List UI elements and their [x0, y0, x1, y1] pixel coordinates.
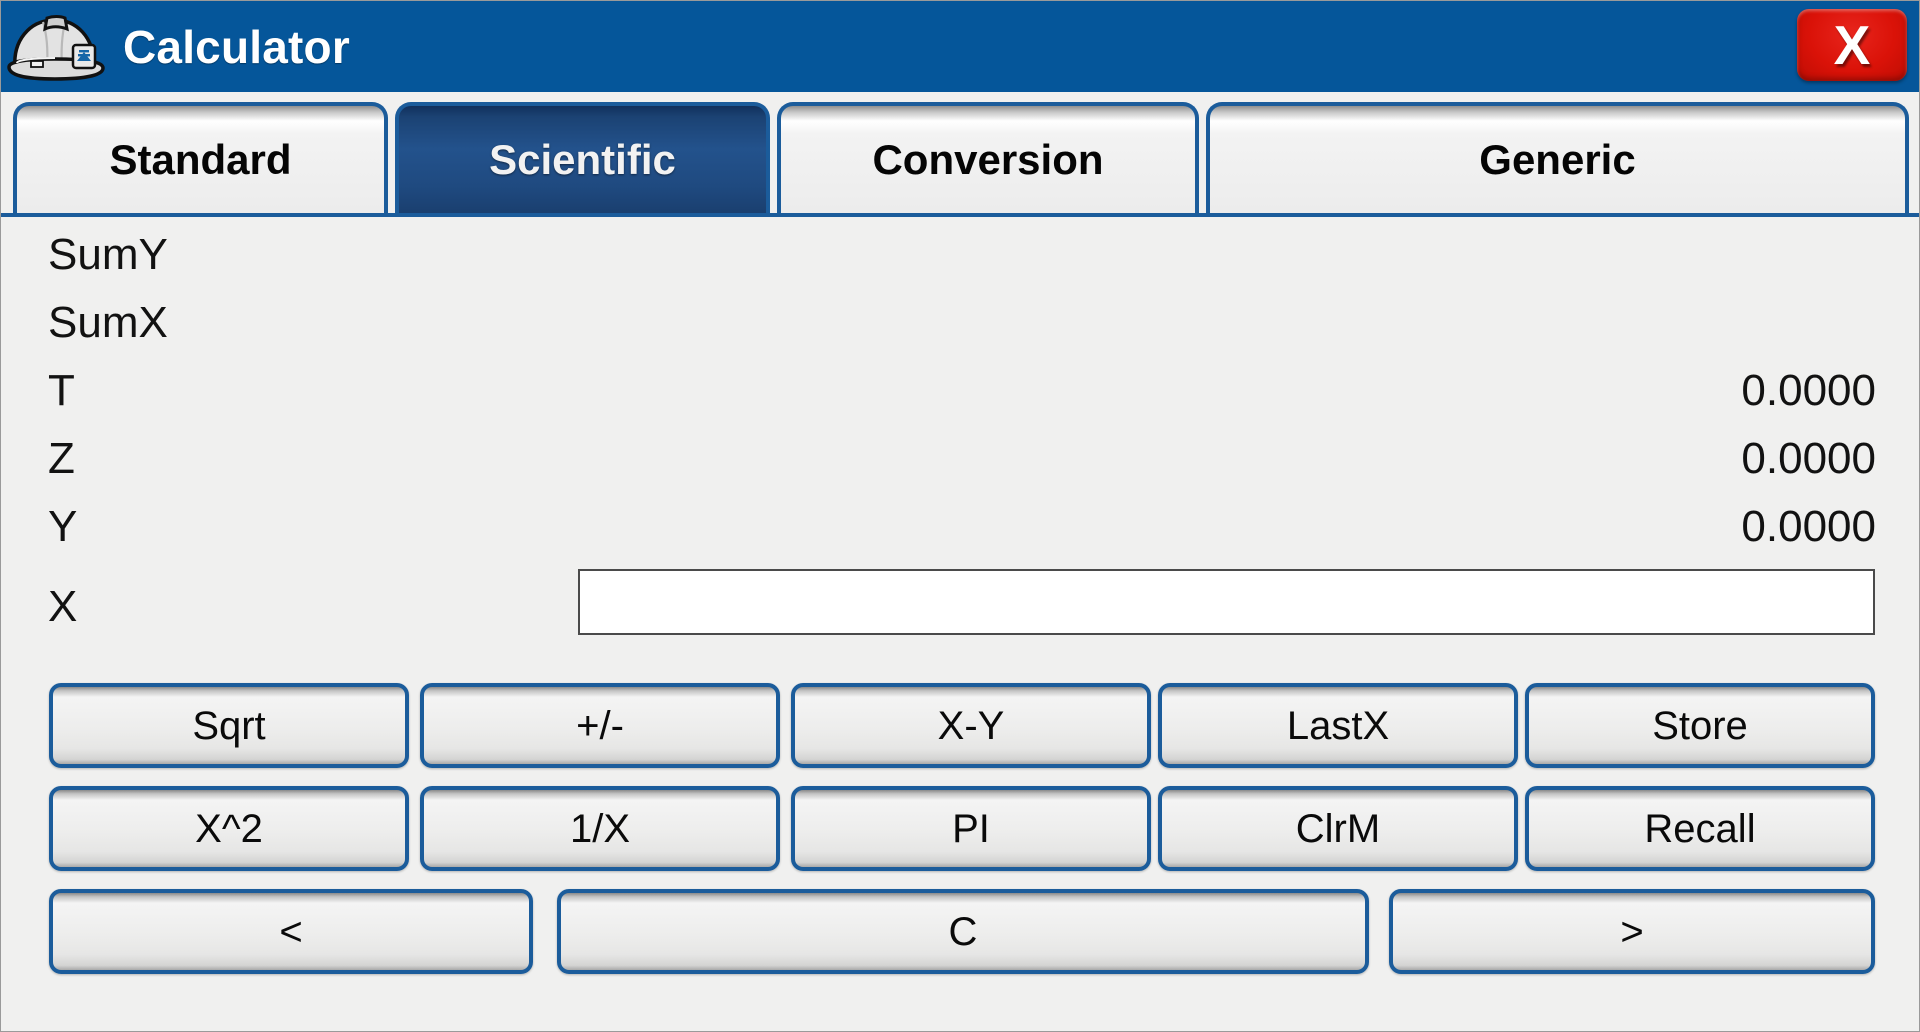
- sign-toggle-button[interactable]: +/-: [420, 683, 780, 768]
- register-stack: SumY SumX T 0.0000 Z 0.0000 Y 0.0000 X: [1, 221, 1919, 653]
- register-row-sumy: SumY: [1, 221, 1919, 289]
- prev-button[interactable]: <: [49, 889, 533, 974]
- x-input[interactable]: [578, 569, 1875, 635]
- sqrt-button-label: Sqrt: [192, 703, 266, 748]
- square-button-label: X^2: [195, 806, 263, 851]
- reciprocal-button[interactable]: 1/X: [420, 786, 780, 871]
- tab-scientific[interactable]: Scientific: [395, 102, 770, 213]
- pi-button-label: PI: [952, 806, 990, 851]
- chevron-right-icon: >: [1620, 909, 1644, 954]
- keypad-row-1: Sqrt +/- X-Y LastX Store: [1, 683, 1919, 786]
- tab-conversion-label: Conversion: [872, 135, 1104, 183]
- sqrt-button[interactable]: Sqrt: [49, 683, 409, 768]
- tab-bar: Standard Scientific Conversion Generic: [1, 92, 1919, 217]
- clear-memory-button[interactable]: ClrM: [1158, 786, 1518, 871]
- clear-button-label: C: [948, 909, 978, 954]
- recall-button[interactable]: Recall: [1525, 786, 1875, 871]
- clear-memory-button-label: ClrM: [1295, 806, 1381, 851]
- tab-standard[interactable]: Standard: [13, 102, 388, 213]
- register-label-x: X: [48, 582, 78, 631]
- page-title: Calculator: [123, 20, 350, 73]
- register-label-sumx: SumX: [48, 298, 168, 347]
- tab-generic[interactable]: Generic: [1206, 102, 1909, 213]
- register-value-y: 0.0000: [1741, 502, 1876, 551]
- keypad-row-3: < C >: [1, 889, 1919, 992]
- keypad-row-2: X^2 1/X PI ClrM Recall: [1, 786, 1919, 889]
- register-label-z: Z: [48, 434, 75, 483]
- register-value-t: 0.0000: [1741, 366, 1876, 415]
- register-row-x: X: [1, 561, 1919, 653]
- lastx-button[interactable]: LastX: [1158, 683, 1518, 768]
- close-icon: X: [1833, 13, 1871, 76]
- tab-conversion[interactable]: Conversion: [777, 102, 1199, 213]
- swap-xy-button-label: X-Y: [937, 703, 1005, 748]
- calculator-window: Calculator X Standard Scientific Convers…: [0, 0, 1920, 1032]
- tab-standard-label: Standard: [109, 135, 292, 183]
- lastx-button-label: LastX: [1286, 703, 1390, 748]
- register-label-t: T: [48, 366, 75, 415]
- swap-xy-button[interactable]: X-Y: [791, 683, 1151, 768]
- register-row-t: T 0.0000: [1, 357, 1919, 425]
- pi-button[interactable]: PI: [791, 786, 1151, 871]
- store-button-label: Store: [1652, 703, 1748, 748]
- reciprocal-button-label: 1/X: [569, 806, 631, 851]
- title-bar: Calculator X: [1, 1, 1919, 92]
- close-button[interactable]: X: [1797, 9, 1907, 81]
- recall-button-label: Recall: [1644, 806, 1756, 851]
- chevron-left-icon: <: [279, 909, 303, 954]
- register-row-z: Z 0.0000: [1, 425, 1919, 493]
- register-label-y: Y: [48, 502, 78, 551]
- tab-generic-label: Generic: [1479, 135, 1636, 183]
- sign-toggle-button-label: +/-: [576, 703, 624, 748]
- square-button[interactable]: X^2: [49, 786, 409, 871]
- register-row-sumx: SumX: [1, 289, 1919, 357]
- tab-scientific-label: Scientific: [489, 135, 676, 183]
- store-button[interactable]: Store: [1525, 683, 1875, 768]
- keypad: Sqrt +/- X-Y LastX Store X^2 1/X PI ClrM…: [1, 683, 1919, 992]
- scientific-panel: SumY SumX T 0.0000 Z 0.0000 Y 0.0000 X S…: [1, 221, 1919, 1031]
- next-button[interactable]: >: [1389, 889, 1875, 974]
- hard-hat-icon: [7, 14, 105, 81]
- register-row-y: Y 0.0000: [1, 493, 1919, 561]
- register-value-z: 0.0000: [1741, 434, 1876, 483]
- clear-button[interactable]: C: [557, 889, 1369, 974]
- register-label-sumy: SumY: [48, 230, 168, 279]
